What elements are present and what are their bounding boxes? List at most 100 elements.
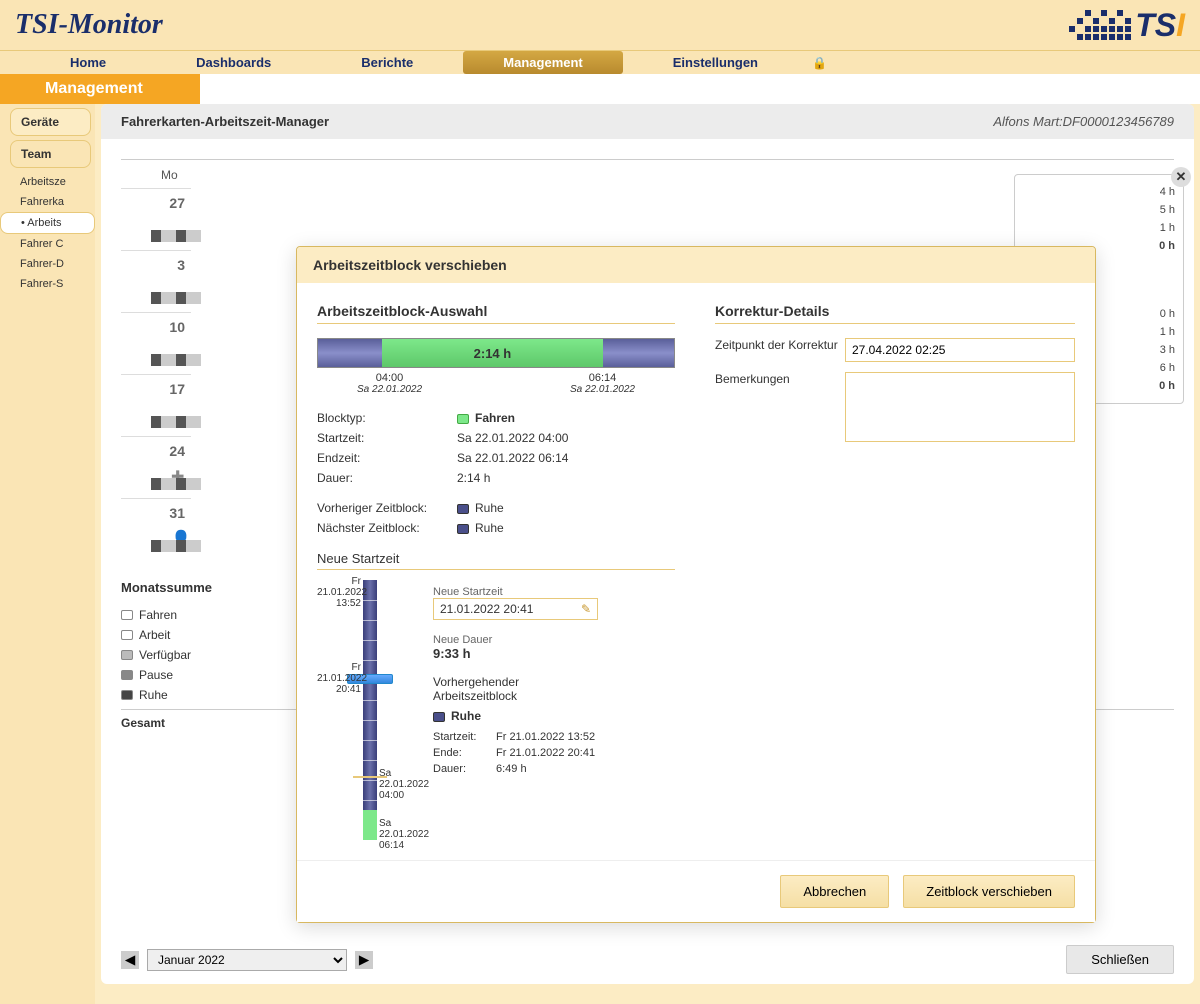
start-date: Sa 22.01.2022 <box>357 384 422 395</box>
val-blocktyp: Fahren <box>475 411 515 425</box>
block-chart: 2:14 h 04:00Sa 22.01.2022 06:14Sa 22.01.… <box>317 338 675 395</box>
close-button[interactable]: Schließen <box>1066 945 1174 974</box>
brand-text: TSI <box>1135 7 1185 44</box>
new-start-value: 21.01.2022 20:41 <box>440 602 533 616</box>
end-time: 06:14 <box>570 372 635 384</box>
sidebar-sub-arbeits[interactable]: • Arbeits <box>0 212 95 234</box>
block-duration: 2:14 h <box>474 346 512 361</box>
legend-fahren: Fahren <box>139 608 177 622</box>
cal-row[interactable]: 31👤 <box>121 498 191 560</box>
sidebar-item-geraete[interactable]: Geräte <box>10 108 91 136</box>
month-select[interactable]: Januar 2022 <box>147 949 347 971</box>
lbl-blocktyp: Blocktyp: <box>317 411 447 425</box>
remarks-textarea[interactable] <box>845 372 1075 442</box>
remarks-label: Bemerkungen <box>715 372 845 442</box>
prev-end-val: Fr 21.01.2022 20:41 <box>496 747 675 759</box>
sidebar-sub-arbeitsze[interactable]: Arbeitsze <box>0 172 95 192</box>
sidebar-sub-fahrer-c[interactable]: Fahrer C <box>0 234 95 254</box>
lbl-vorheriger: Vorheriger Zeitblock: <box>317 501 447 515</box>
modal-title: Arbeitszeitblock verschieben <box>297 247 1095 283</box>
lbl-startzeit: Startzeit: <box>317 431 447 445</box>
content: Fahrerkarten-Arbeitszeit-Manager Alfons … <box>95 104 1200 1004</box>
prev-end-lbl: Ende: <box>433 747 488 759</box>
nav-einstellungen[interactable]: Einstellungen <box>633 51 798 74</box>
lbl-dauer: Dauer: <box>317 471 447 485</box>
nav-dashboards[interactable]: Dashboards <box>156 51 311 74</box>
nav-berichte[interactable]: Berichte <box>321 51 453 74</box>
vertical-timeline[interactable]: Fr 21.01.202213:52 Fr 21.01.202220:41 Sa… <box>317 580 417 840</box>
cal-row[interactable]: 3 <box>121 250 191 312</box>
logo-dots-icon <box>1069 10 1131 40</box>
adjacent-grid: Vorheriger Zeitblock: Ruhe Nächster Zeit… <box>317 501 675 535</box>
main-nav: Home Dashboards Berichte Management Eins… <box>0 50 1200 74</box>
rp-value: 4 h <box>1023 183 1175 201</box>
val-dauer: 2:14 h <box>457 471 675 485</box>
new-dauer-value: 9:33 h <box>433 646 675 661</box>
vtl-label: Fr 21.01.2022 <box>317 662 367 684</box>
sidebar-sub-fahrer-d[interactable]: Fahrer-D <box>0 254 95 274</box>
cal-day: 31 <box>169 505 185 521</box>
close-icon[interactable]: ✕ <box>1171 167 1191 187</box>
vtl-label: Sa 22.01.2022 <box>379 768 429 790</box>
new-start-column: Neue Startzeit 21.01.2022 20:41 ✎ Neue D… <box>433 580 675 840</box>
legend-gesamt: Gesamt <box>121 716 165 730</box>
sidebar-sub-fahrer-s[interactable]: Fahrer-S <box>0 274 95 294</box>
end-date: Sa 22.01.2022 <box>570 384 635 395</box>
cal-day: 24 <box>169 443 185 459</box>
sidebar-sub-fahrerka[interactable]: Fahrerka <box>0 192 95 212</box>
app-logo: TSI-Monitor <box>15 9 163 41</box>
block-info-grid: Blocktyp: Fahren Startzeit: Sa 22.01.202… <box>317 411 675 485</box>
new-start-input[interactable]: 21.01.2022 20:41 ✎ <box>433 598 598 620</box>
legend-ruhe: Ruhe <box>139 688 168 702</box>
corr-time-label: Zeitpunkt der Korrektur <box>715 338 845 362</box>
lock-icon[interactable]: 🔒 <box>812 56 827 70</box>
cal-row[interactable]: 24✚ <box>121 436 191 498</box>
prev-dauer-val: 6:49 h <box>496 763 675 775</box>
block-selection-title: Arbeitszeitblock-Auswahl <box>317 303 675 324</box>
sidebar-item-team[interactable]: Team <box>10 140 91 168</box>
nav-home[interactable]: Home <box>30 51 146 74</box>
legend-verfuegbar: Verfügbar <box>139 648 191 662</box>
edit-icon[interactable]: ✎ <box>581 602 591 616</box>
nav-management[interactable]: Management <box>463 51 622 74</box>
prev-block-head: Arbeitszeitblock <box>433 689 517 703</box>
val-startzeit: Sa 22.01.2022 04:00 <box>457 431 675 445</box>
vtl-label: 04:00 <box>379 790 404 801</box>
cal-day: 17 <box>169 381 185 397</box>
prev-block-head: Vorhergehender <box>433 675 519 689</box>
new-dauer-label: Neue Dauer <box>433 634 675 646</box>
cal-row[interactable]: 17 <box>121 374 191 436</box>
vtl-label: Sa 22.01.2022 <box>379 818 429 840</box>
cal-day: 10 <box>169 319 185 335</box>
sub-header: Management <box>0 74 200 104</box>
cal-row[interactable]: 27 <box>121 188 191 250</box>
cal-day: 27 <box>169 195 185 211</box>
cal-row[interactable]: 10 <box>121 312 191 374</box>
cancel-button[interactable]: Abbrechen <box>780 875 889 908</box>
vtl-label: Fr 21.01.2022 <box>317 576 367 598</box>
val-vorheriger: Ruhe <box>475 501 504 515</box>
sidebar: Geräte Team Arbeitsze Fahrerka • Arbeits… <box>0 104 95 1004</box>
val-endzeit: Sa 22.01.2022 06:14 <box>457 451 675 465</box>
legend-pause: Pause <box>139 668 173 682</box>
page-title: Fahrerkarten-Arbeitszeit-Manager <box>121 114 329 129</box>
prev-month-button[interactable]: ◀ <box>121 951 139 969</box>
modal-right: Korrektur-Details Zeitpunkt der Korrektu… <box>715 303 1075 840</box>
vtl-label: 20:41 <box>336 684 361 695</box>
banner: TSI-Monitor TSI <box>0 0 1200 50</box>
lbl-naechster: Nächster Zeitblock: <box>317 521 447 535</box>
vtl-label: 06:14 <box>379 840 404 851</box>
legend-arbeit: Arbeit <box>139 628 170 642</box>
footer: ◀ Januar 2022 ▶ Schließen <box>121 945 1174 974</box>
lbl-endzeit: Endzeit: <box>317 451 447 465</box>
rp-value: 1 h <box>1023 219 1175 237</box>
new-start-title: Neue Startzeit <box>317 551 675 570</box>
correction-details-title: Korrektur-Details <box>715 303 1075 324</box>
confirm-button[interactable]: Zeitblock verschieben <box>903 875 1075 908</box>
prev-start-val: Fr 21.01.2022 13:52 <box>496 731 675 743</box>
prev-dauer-lbl: Dauer: <box>433 763 488 775</box>
corr-time-input[interactable] <box>845 338 1075 362</box>
vtl-label: 13:52 <box>336 598 361 609</box>
next-month-button[interactable]: ▶ <box>355 951 373 969</box>
modal-shift-block: Arbeitszeitblock verschieben Arbeitszeit… <box>296 246 1096 923</box>
